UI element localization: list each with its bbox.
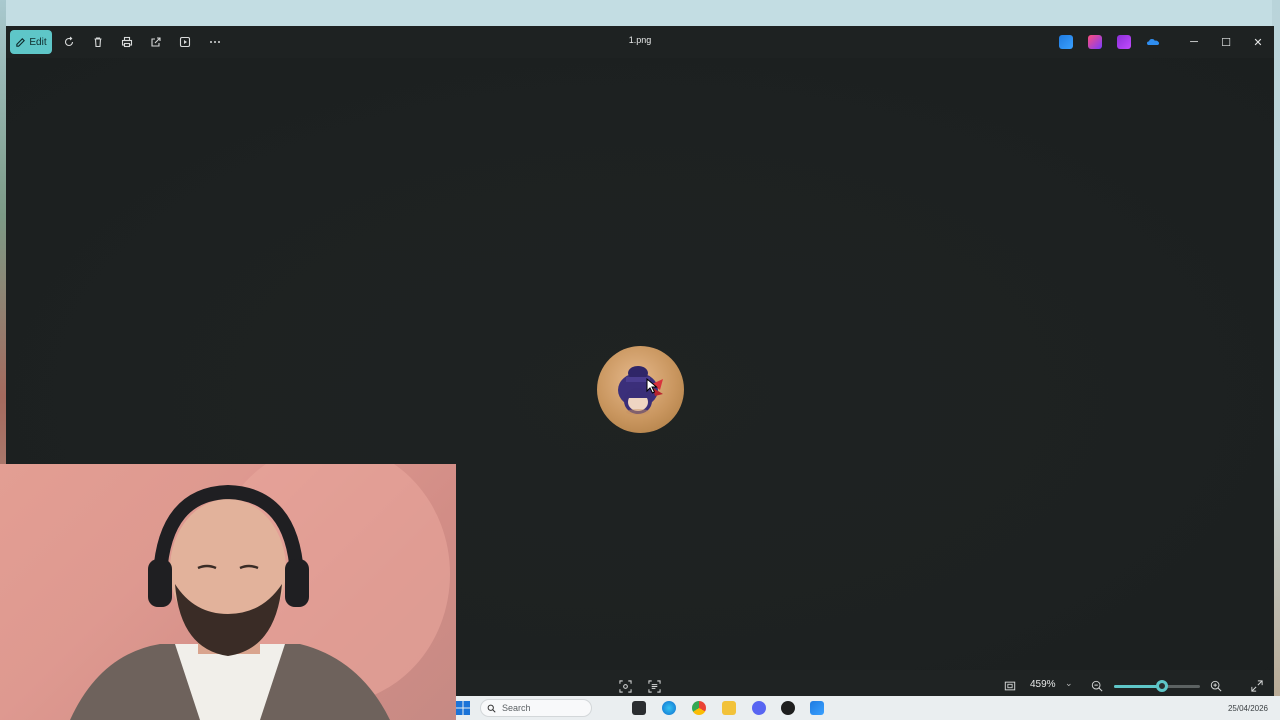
full-screen-icon — [1251, 680, 1263, 692]
chrome-icon[interactable] — [692, 701, 706, 715]
actual-size-button[interactable] — [1002, 678, 1018, 694]
clipchamp-icon[interactable] — [1088, 35, 1102, 49]
minimize-button[interactable]: ─ — [1182, 32, 1206, 52]
taskbar-app-icon[interactable] — [632, 701, 646, 715]
zoom-out-button[interactable] — [1089, 678, 1105, 694]
designer-icon[interactable] — [1059, 35, 1073, 49]
character-avatar-image — [597, 346, 684, 433]
zoom-in-button[interactable] — [1208, 678, 1224, 694]
search-placeholder: Search — [502, 703, 531, 713]
fit-view-icon — [618, 679, 632, 693]
maximize-button[interactable]: ☐ — [1214, 32, 1238, 52]
app-icon[interactable] — [1117, 35, 1131, 49]
zoom-in-icon — [1210, 680, 1222, 692]
scan-text-button[interactable] — [646, 678, 662, 694]
full-screen-button[interactable] — [1249, 678, 1265, 694]
windows-start-icon[interactable] — [456, 701, 470, 715]
search-icon — [487, 704, 496, 713]
zoom-out-icon — [1091, 680, 1103, 692]
actual-size-icon — [1004, 681, 1016, 691]
taskbar-date: 25/04/2026 — [1227, 704, 1268, 713]
github-icon[interactable] — [781, 701, 795, 715]
file-title: 1.png — [628, 35, 652, 45]
webcam-overlay — [0, 464, 456, 720]
zoom-percentage[interactable]: 459% — [1030, 679, 1056, 690]
zoom-slider-thumb[interactable] — [1156, 680, 1169, 692]
fit-view-button[interactable] — [617, 678, 633, 694]
scan-text-icon — [647, 679, 661, 693]
edge-icon[interactable] — [662, 701, 676, 715]
zoom-slider-fill — [1114, 685, 1163, 688]
presenter-video-frame — [70, 464, 450, 720]
photos-taskbar-icon[interactable] — [810, 701, 824, 715]
desktop-wallpaper-top — [0, 0, 1280, 26]
onedrive-icon[interactable] — [1146, 35, 1160, 49]
zoom-slider[interactable] — [1114, 680, 1200, 692]
taskbar-search-box[interactable]: Search — [480, 699, 592, 717]
chevron-down-icon[interactable]: ⌄ — [1065, 678, 1073, 689]
mouse-cursor-icon — [646, 378, 658, 394]
close-button[interactable]: ✕ — [1246, 32, 1270, 52]
file-explorer-icon[interactable] — [722, 701, 736, 715]
title-bar: Edit 1.png ─ ☐ ✕ — [6, 26, 1274, 58]
discord-icon[interactable] — [752, 701, 766, 715]
